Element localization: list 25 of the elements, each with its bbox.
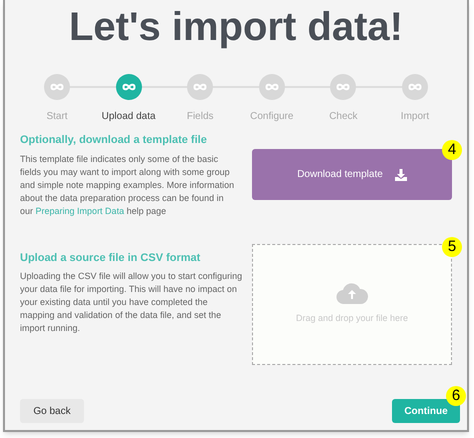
template-description: This template file indicates only some of the basic fields you may want to import along with some group and simple note mapping examples. More information about the data preparation process can be found in our Preparing Import Data help page	[20, 152, 236, 218]
callout-badge: 6	[446, 386, 466, 406]
help-link[interactable]: Preparing Import Data	[36, 206, 124, 216]
step-label[interactable]: Configure	[250, 109, 294, 124]
step-label[interactable]: Upload data	[102, 109, 156, 124]
infinity-icon	[122, 83, 136, 91]
upload-description: Uploading the CSV file will allow you to start configuring your data file for importing. This will have no impact on your existing data until you have completed the mapping and validation of the data file, and set the import running.	[20, 270, 244, 335]
section-heading: Optionally, download a template file	[20, 133, 208, 148]
infinity-icon	[336, 83, 350, 91]
page-title: Let's import data!	[68, 4, 404, 50]
step-label[interactable]: Check	[329, 109, 358, 124]
step-label[interactable]: Fields	[186, 109, 214, 124]
infinity-icon	[264, 83, 279, 91]
infinity-icon	[50, 83, 64, 91]
section-heading: Upload a source file in CSV format	[20, 250, 202, 266]
go-back-button[interactable]: Go back	[20, 399, 84, 423]
continue-button[interactable]: Continue	[392, 399, 460, 423]
download-icon	[394, 168, 407, 180]
cloud-upload-icon	[336, 282, 368, 304]
step-label[interactable]: Start	[46, 109, 68, 124]
callout-badge: 5	[442, 236, 462, 256]
callout-badge: 4	[442, 140, 462, 160]
infinity-icon	[408, 83, 422, 91]
infinity-icon	[193, 83, 208, 91]
step-label[interactable]: Import	[400, 109, 430, 124]
